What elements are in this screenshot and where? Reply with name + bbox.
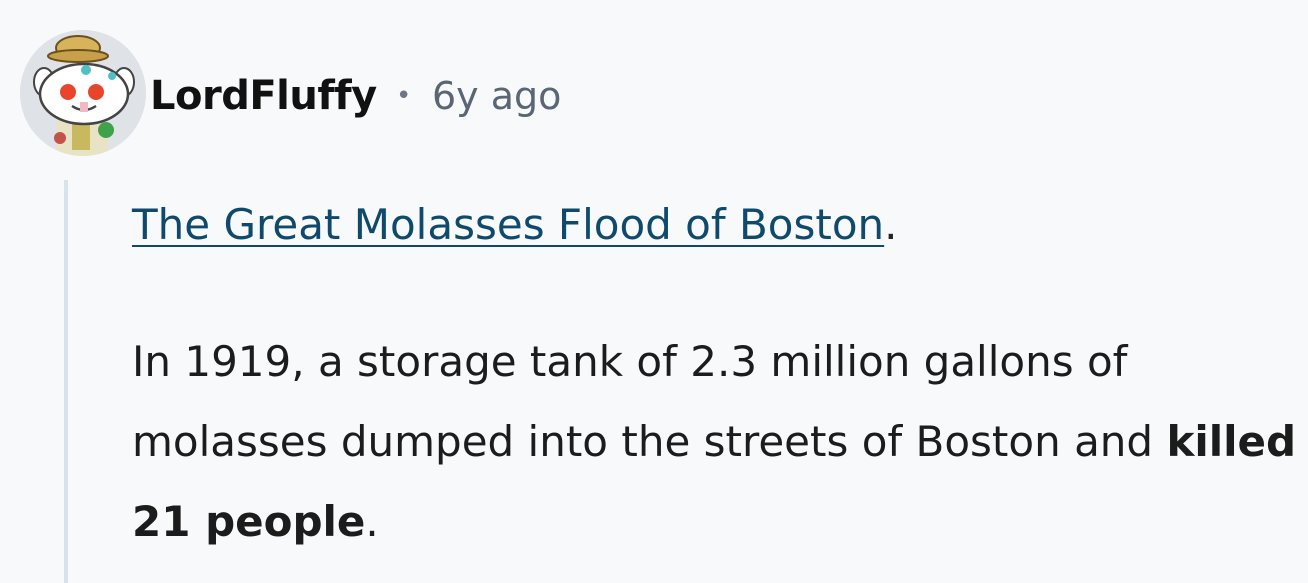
user-avatar[interactable] — [20, 30, 146, 156]
link-paragraph: The Great Molasses Flood of Boston. — [132, 188, 1302, 262]
meta-separator: • — [396, 81, 412, 111]
body-paragraph: In 1919, a storage tank of 2.3 million g… — [132, 322, 1302, 562]
article-link[interactable]: The Great Molasses Flood of Boston — [132, 200, 884, 249]
body-text-end: . — [365, 497, 379, 546]
thread-collapse-line[interactable] — [64, 180, 68, 583]
comment: LordFluffy • 6y ago The Great Molasses F… — [0, 0, 1308, 583]
comment-author[interactable]: LordFluffy — [150, 70, 377, 122]
body-text-start: In 1919, a storage tank of 2.3 million g… — [132, 337, 1167, 466]
comment-body: The Great Molasses Flood of Boston. In 1… — [132, 188, 1302, 562]
comment-timestamp[interactable]: 6y ago — [432, 70, 561, 122]
link-trailing-punctuation: . — [884, 200, 898, 249]
snoo-avatar-icon — [20, 30, 146, 156]
